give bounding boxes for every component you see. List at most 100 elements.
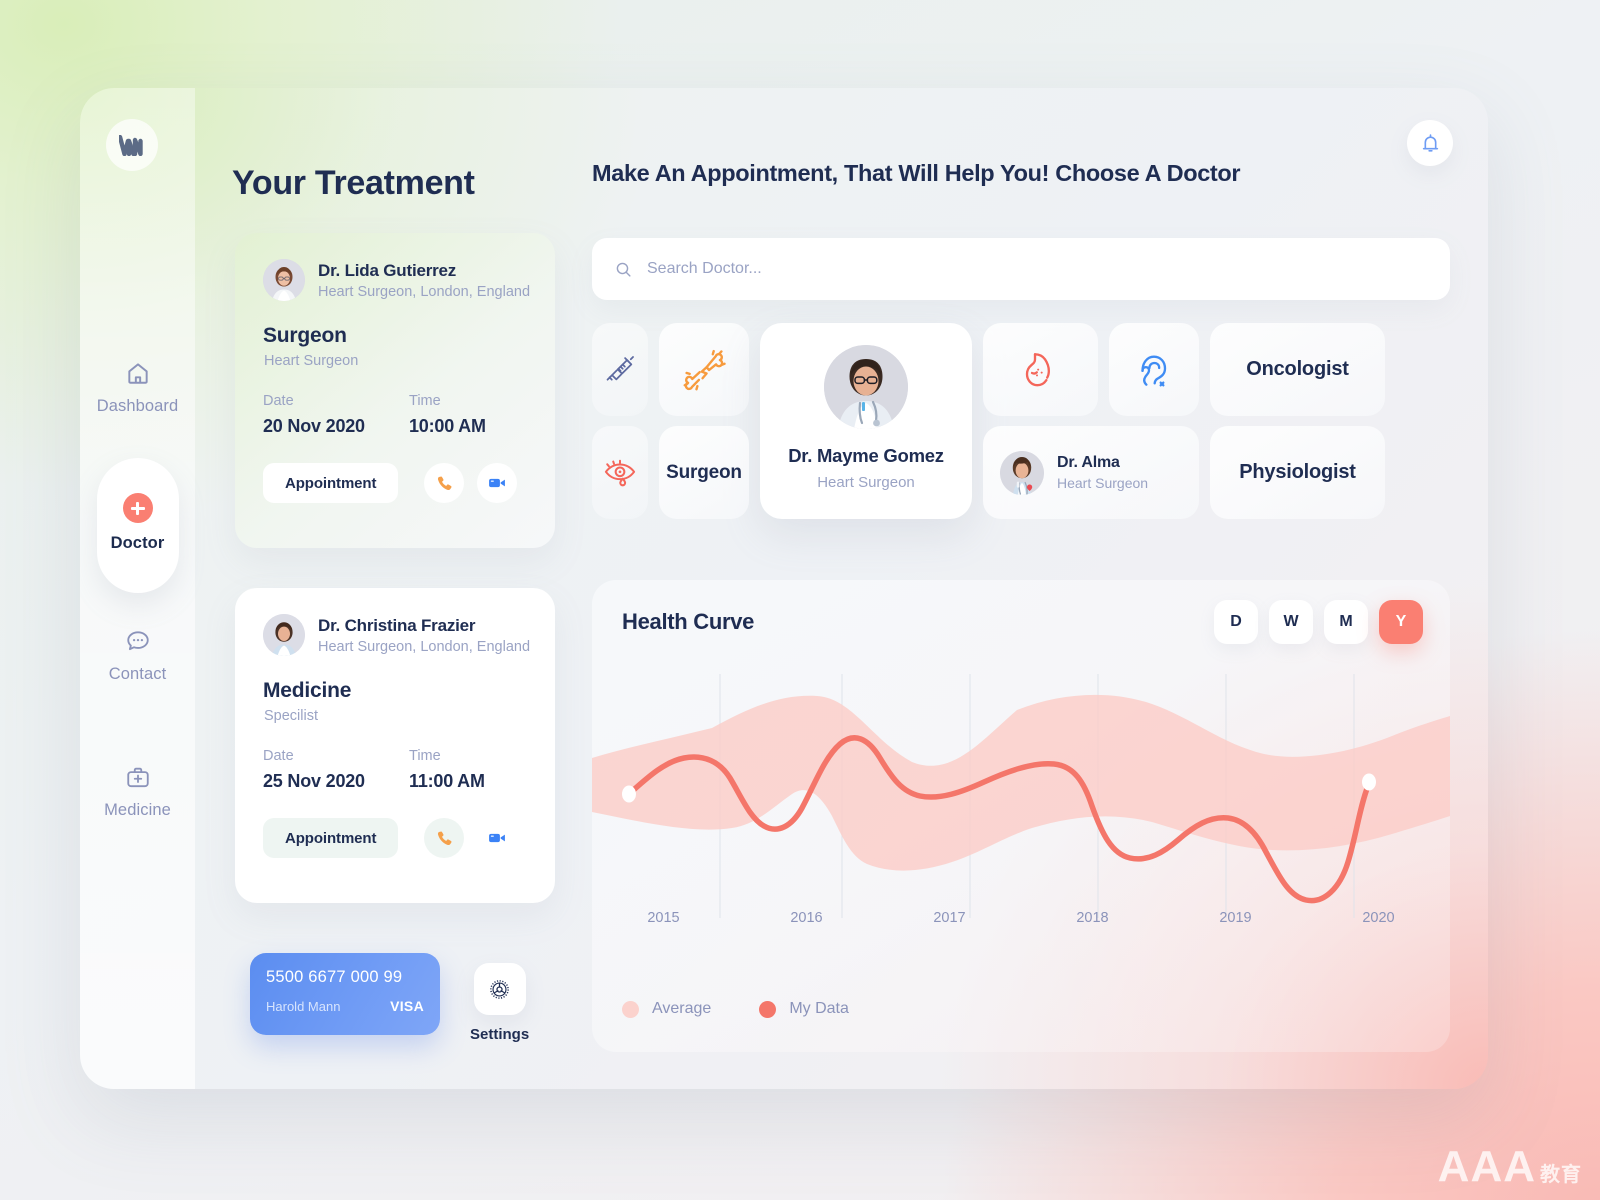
video-call-button[interactable] <box>477 463 518 503</box>
chart-title: Health Curve <box>622 609 755 634</box>
search-bar[interactable] <box>592 238 1450 300</box>
card-holder: Harold Mann <box>266 999 341 1014</box>
doctor-name: Dr. Alma <box>1057 454 1120 471</box>
x-tick: 2018 <box>1076 910 1109 926</box>
average-band <box>592 694 1450 871</box>
x-tick: 2019 <box>1219 910 1252 926</box>
watermark-sub: 教育 <box>1540 1164 1582 1186</box>
featured-doctor-subtitle: Heart Surgeon <box>817 474 915 491</box>
sidebar-label-dashboard: Dashboard <box>96 397 179 415</box>
card-footer: Harold Mann VISA <box>266 998 424 1014</box>
settings-button[interactable]: Settings <box>470 963 529 1043</box>
legend-item-average[interactable]: Average <box>622 1000 711 1018</box>
legend-item-my-data[interactable]: My Data <box>759 1000 849 1018</box>
payment-card[interactable]: 5500 6677 000 99 Harold Mann VISA <box>250 953 440 1035</box>
category-tile-oncologist[interactable]: Oncologist <box>1210 323 1385 416</box>
medical-bag-icon <box>126 767 149 788</box>
time-value: 10:00 AM <box>409 416 486 436</box>
avatar <box>824 345 908 429</box>
chart-legend: Average My Data <box>622 1000 849 1018</box>
ear-icon <box>1141 355 1167 386</box>
featured-doctor-name: Dr. Mayme Gomez <box>788 445 944 466</box>
category-grid: Dr. Mayme Gomez Heart Surgeon Oncologist… <box>592 323 1450 529</box>
category-tile-eye[interactable] <box>592 426 648 519</box>
appointment-button[interactable]: Appointment <box>263 818 399 858</box>
sidebar-item-medicine[interactable]: Medicine <box>80 764 195 820</box>
appointment-button[interactable]: Appointment <box>263 463 399 503</box>
doctor-name: Dr. Christina Frazier <box>318 615 476 635</box>
sidebar-item-contact[interactable]: Contact <box>80 628 195 684</box>
card-brand: VISA <box>390 998 424 1014</box>
date-value: 20 Nov 2020 <box>263 416 365 436</box>
sidebar-item-dashboard[interactable]: Dashboard <box>80 360 195 416</box>
syringe-icon <box>606 355 634 381</box>
specialty-subtitle: Heart Surgeon <box>264 353 359 369</box>
call-button[interactable] <box>424 818 465 858</box>
doctor-subtitle: Heart Surgeon, London, England <box>318 638 531 655</box>
video-camera-icon <box>489 833 506 843</box>
call-button[interactable] <box>424 463 465 503</box>
time-block: Time 11:00 AM <box>409 748 555 792</box>
sidebar: Dashboard Doctor Contact Medicine <box>80 88 195 1089</box>
search-input[interactable] <box>647 260 1347 278</box>
settings-tile <box>473 963 526 1015</box>
specialty-subtitle: Specilist <box>264 708 318 724</box>
health-curve-plot <box>592 674 1450 918</box>
doctor-header: Dr. Christina Frazier Heart Surgeon, Lon… <box>235 588 555 656</box>
appointment-card[interactable]: Dr. Christina Frazier Heart Surgeon, Lon… <box>235 588 555 903</box>
chart-marker-start <box>622 785 636 803</box>
date-time-row: Date 20 Nov 2020 Time 10:00 AM <box>235 369 555 437</box>
x-tick: 2015 <box>647 910 680 926</box>
doctor-tile-alma[interactable]: Dr. Alma Heart Surgeon <box>983 426 1199 519</box>
date-block: Date 25 Nov 2020 <box>263 748 409 792</box>
bell-icon <box>1422 133 1438 152</box>
legend-dot-my-data <box>759 1000 777 1018</box>
avatar <box>1000 450 1044 495</box>
appointment-card[interactable]: Dr. Lida Gutierrez Heart Surgeon, London… <box>235 233 555 548</box>
chart-x-axis: 2015 2016 2017 2018 2019 2020 <box>592 910 1450 926</box>
main-heading: Make An Appointment, That Will Help You!… <box>592 160 1241 186</box>
video-call-button[interactable] <box>477 818 518 858</box>
category-tile-physiologist[interactable]: Physiologist <box>1210 426 1385 519</box>
category-tile-stomach[interactable] <box>983 323 1098 416</box>
notifications-button[interactable] <box>1407 120 1453 166</box>
wm-monogram-icon <box>118 134 143 156</box>
category-tile-bone[interactable] <box>659 323 749 416</box>
x-tick: 2020 <box>1362 910 1395 926</box>
eye-icon <box>604 459 636 486</box>
chart-marker-end <box>1362 773 1376 791</box>
legend-label-average: Average <box>652 1000 712 1017</box>
range-button-year[interactable]: Y <box>1379 600 1423 644</box>
time-label: Time <box>409 393 441 409</box>
date-label: Date <box>263 748 294 764</box>
sidebar-item-doctor[interactable]: Doctor <box>80 493 195 553</box>
featured-doctor-card[interactable]: Dr. Mayme Gomez Heart Surgeon <box>760 323 972 519</box>
date-time-row: Date 25 Nov 2020 Time 11:00 AM <box>235 724 555 792</box>
range-button-month[interactable]: M <box>1324 600 1368 644</box>
range-button-week[interactable]: W <box>1269 600 1313 644</box>
legend-dot-average <box>622 1000 639 1018</box>
doctor-subtitle: Heart Surgeon <box>1057 475 1149 491</box>
x-tick: 2016 <box>790 910 823 926</box>
home-icon <box>127 363 148 384</box>
date-value: 25 Nov 2020 <box>263 771 365 791</box>
app-logo[interactable] <box>106 119 158 171</box>
time-block: Time 10:00 AM <box>409 393 555 437</box>
range-button-day[interactable]: D <box>1214 600 1258 644</box>
specialty-title: Medicine <box>263 679 352 702</box>
time-label: Time <box>409 748 441 764</box>
category-tile-syringe[interactable] <box>592 323 648 416</box>
plus-circle-icon <box>122 493 153 523</box>
doctor-name: Dr. Lida Gutierrez <box>318 260 457 280</box>
category-tile-surgeon[interactable]: Surgeon <box>659 426 749 519</box>
category-tile-ear[interactable] <box>1109 323 1199 416</box>
sidebar-label-contact: Contact <box>108 665 167 683</box>
card-actions: Appointment <box>235 792 555 858</box>
phone-icon <box>437 476 452 490</box>
video-camera-icon <box>489 478 506 488</box>
date-block: Date 20 Nov 2020 <box>263 393 409 437</box>
health-curve-card: Health Curve D W M Y 2015 2016 2017 2018… <box>592 580 1450 1052</box>
broken-bone-icon <box>683 349 726 390</box>
doctor-header: Dr. Lida Gutierrez Heart Surgeon, London… <box>235 233 555 301</box>
legend-label-my-data: My Data <box>789 1000 849 1017</box>
